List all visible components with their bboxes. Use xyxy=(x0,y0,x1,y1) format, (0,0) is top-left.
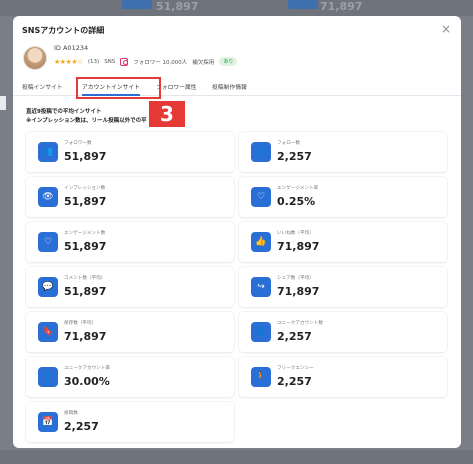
metric-label: 保存数（平均） xyxy=(64,321,97,326)
account-detail-modal: SNSアカウントの詳細 × ID A01234 ★★★★☆ (13) SNS フ… xyxy=(13,16,461,448)
background-value: 71,897 xyxy=(320,0,363,13)
metric-card: 👤 フォロー数 2,257 xyxy=(239,132,447,172)
metric-label: コメント数（平均） xyxy=(64,276,106,281)
metric-label: いいね数（平均） xyxy=(277,231,314,236)
metric-value: 71,897 xyxy=(64,330,107,343)
close-icon[interactable]: × xyxy=(441,22,451,36)
annotation-number: 3 xyxy=(149,101,185,127)
insight-note: 直近9投稿での平均インサイト ※インプレッション数は、リール投稿以外での平 xyxy=(26,108,147,126)
background-chip xyxy=(288,0,318,9)
share-icon: ↪ xyxy=(251,277,271,297)
metric-card: 👤 ユニークアカウント数 2,257 xyxy=(239,312,447,352)
metric-value: 51,897 xyxy=(64,285,107,298)
metric-value: 2,257 xyxy=(64,420,99,433)
avatar xyxy=(23,46,47,70)
person-icon: 🚶 xyxy=(251,367,271,387)
metric-value: 2,257 xyxy=(277,150,312,163)
rating-stars: ★★★★☆ xyxy=(54,57,83,66)
metric-label: エンゲージメント数 xyxy=(64,231,106,236)
metric-label: フォロワー数 xyxy=(64,141,92,146)
hire-status-badge: あり xyxy=(219,57,238,66)
follower-count: フォロワー 10,000人 xyxy=(133,59,188,66)
metric-label: ユニークアカウント率 xyxy=(64,366,110,371)
metric-value: 30.00% xyxy=(64,375,110,388)
metric-value: 0.25% xyxy=(277,195,316,208)
tab-post-insight[interactable]: 投稿インサイト xyxy=(22,82,63,91)
calendar-icon: 📅 xyxy=(38,412,58,432)
metric-label: シェア数（平均） xyxy=(277,276,314,281)
metric-card: 🔖 保存数（平均） 71,897 xyxy=(26,312,234,352)
tab-post-production-info[interactable]: 投稿制作情報 xyxy=(212,82,247,91)
metric-card: 👥 フォロワー数 51,897 xyxy=(26,132,234,172)
insight-note-line1: 直近9投稿での平均インサイト xyxy=(26,109,102,115)
users-icon: 👥 xyxy=(38,142,58,162)
heart-icon: ♡ xyxy=(251,187,271,207)
metric-card: ↪ シェア数（平均） 71,897 xyxy=(239,267,447,307)
background-strip: 51,897 71,897 xyxy=(0,0,473,16)
metric-value: 51,897 xyxy=(64,240,107,253)
comment-icon: 💬 xyxy=(38,277,58,297)
metric-card: 👤 ユニークアカウント率 30.00% xyxy=(26,357,234,397)
metric-card: ♡ エンゲージメント率 0.25% xyxy=(239,177,447,217)
metric-label: 投稿数 xyxy=(64,411,78,416)
insight-note-line2: ※インプレッション数は、リール投稿以外での平 xyxy=(26,118,147,124)
instagram-icon xyxy=(120,57,129,66)
user-plus-icon: 👤 xyxy=(251,142,271,162)
metric-value: 2,257 xyxy=(277,375,312,388)
background-edge xyxy=(0,96,6,110)
rating-count: (13) xyxy=(87,58,100,65)
hire-label: 補欠採用 xyxy=(192,59,215,66)
heart-icon: ♡ xyxy=(38,232,58,252)
bookmark-icon: 🔖 xyxy=(38,322,58,342)
metric-value: 51,897 xyxy=(64,195,107,208)
background-bottom xyxy=(0,450,473,464)
tab-highlight-box xyxy=(76,77,161,99)
metric-value: 71,897 xyxy=(277,240,320,253)
modal-title: SNSアカウントの詳細 xyxy=(22,26,105,35)
tab-follower-attributes[interactable]: フォロワー属性 xyxy=(156,82,197,91)
metric-label: インプレッション数 xyxy=(64,186,106,191)
metric-value: 2,257 xyxy=(277,330,312,343)
sns-label: SNS xyxy=(104,58,116,65)
metric-label: ユニークアカウント数 xyxy=(277,321,323,326)
metric-card: 📅 投稿数 2,257 xyxy=(26,402,234,442)
metric-label: フリークエンシー xyxy=(277,366,314,371)
eye-icon: 👁 xyxy=(38,187,58,207)
metric-card: 💬 コメント数（平均） 51,897 xyxy=(26,267,234,307)
user-icon: 👤 xyxy=(251,322,271,342)
background-value: 51,897 xyxy=(156,0,199,13)
thumbs-up-icon: 👍 xyxy=(251,232,271,252)
metric-card: ♡ エンゲージメント数 51,897 xyxy=(26,222,234,262)
metric-value: 51,897 xyxy=(64,150,107,163)
metric-card: 👍 いいね数（平均） 71,897 xyxy=(239,222,447,262)
metric-card: 👁 インプレッション数 51,897 xyxy=(26,177,234,217)
user-icon: 👤 xyxy=(38,367,58,387)
metric-card: 🚶 フリークエンシー 2,257 xyxy=(239,357,447,397)
user-id: ID A01234 xyxy=(54,44,89,52)
metric-value: 71,897 xyxy=(277,285,320,298)
background-chip xyxy=(122,0,152,9)
metric-label: フォロー数 xyxy=(277,141,300,146)
user-meta: ★★★★☆ (13) SNS フォロワー 10,000人 補欠採用 あり xyxy=(54,57,238,66)
metric-label: エンゲージメント率 xyxy=(277,186,319,191)
